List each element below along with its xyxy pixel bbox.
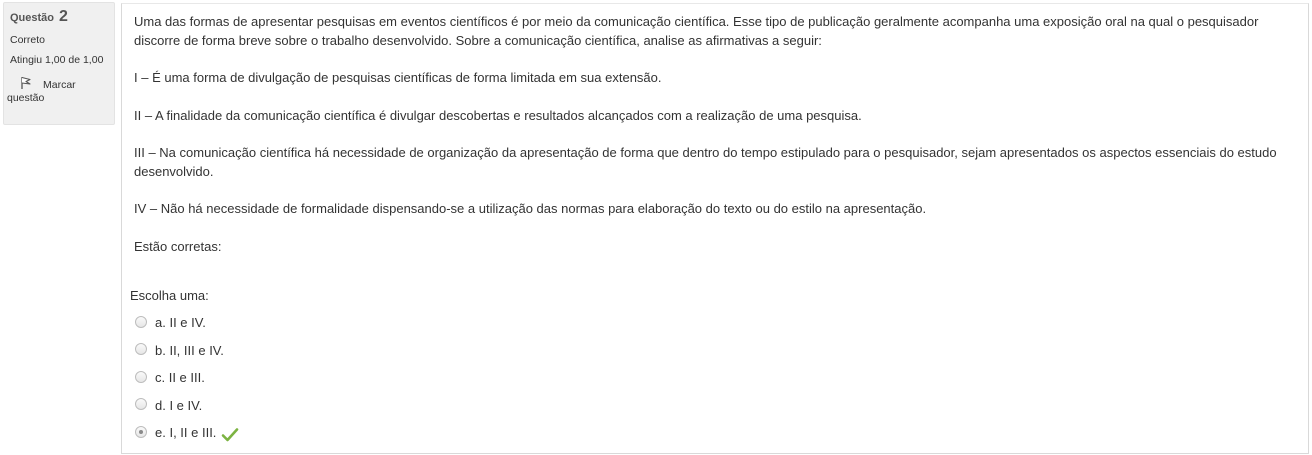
flag-icon[interactable] <box>18 75 34 91</box>
answer-option-c[interactable]: c. II e III. <box>135 364 239 392</box>
answer-label[interactable]: e. I, II e III. <box>155 425 216 440</box>
question-state: Correto <box>10 34 46 46</box>
flag-label[interactable]: Marcar <box>43 79 76 92</box>
statement-4: IV – Não há necessidade de formalidade d… <box>134 201 927 216</box>
answer-label[interactable]: d. I e IV. <box>155 398 202 413</box>
radio-button[interactable] <box>135 343 147 356</box>
question-ask: Estão corretas: <box>134 238 222 254</box>
statement-3: III – Na comunicação científica há neces… <box>134 145 1277 179</box>
radio-button-selected[interactable] <box>135 425 147 438</box>
flag-question-button[interactable]: Marcar <box>10 74 108 92</box>
question-intro: Uma das formas de apresentar pesquisas e… <box>134 14 1259 48</box>
radio-button[interactable] <box>135 370 147 383</box>
answer-option-a[interactable]: a. II e IV. <box>135 309 239 337</box>
answer-label[interactable]: c. II e III. <box>155 370 205 385</box>
flag-label-line2[interactable]: questão <box>7 92 108 105</box>
answer-prompt: Escolha uma: <box>130 288 209 303</box>
answer-list: a. II e IV. b. II, III e IV. c. II e III… <box>135 309 239 447</box>
answer-option-b[interactable]: b. II, III e IV. <box>135 337 239 365</box>
answer-label[interactable]: b. II, III e IV. <box>155 343 224 358</box>
answer-label[interactable]: a. II e IV. <box>155 315 206 330</box>
question-info-panel: Questão 2 Correto Atingiu 1,00 de 1,00 M… <box>3 2 115 125</box>
question-grade: Atingiu 1,00 de 1,00 <box>10 54 104 66</box>
answer-option-d[interactable]: d. I e IV. <box>135 392 239 420</box>
statement-1: I – É uma forma de divulgação de pesquis… <box>134 70 662 85</box>
question-number: Questão 2 <box>10 8 108 26</box>
radio-button[interactable] <box>135 398 147 411</box>
check-icon <box>222 427 239 442</box>
question-number-value: 2 <box>58 8 68 25</box>
statement-2: II – A finalidade da comunicação científ… <box>134 107 862 123</box>
radio-button[interactable] <box>135 315 147 328</box>
question-content: Uma das formas de apresentar pesquisas e… <box>121 3 1309 454</box>
question-text: Uma das formas de apresentar pesquisas e… <box>134 13 1294 275</box>
question-label: Questão <box>10 12 55 24</box>
answer-option-e[interactable]: e. I, II e III. <box>135 419 239 447</box>
